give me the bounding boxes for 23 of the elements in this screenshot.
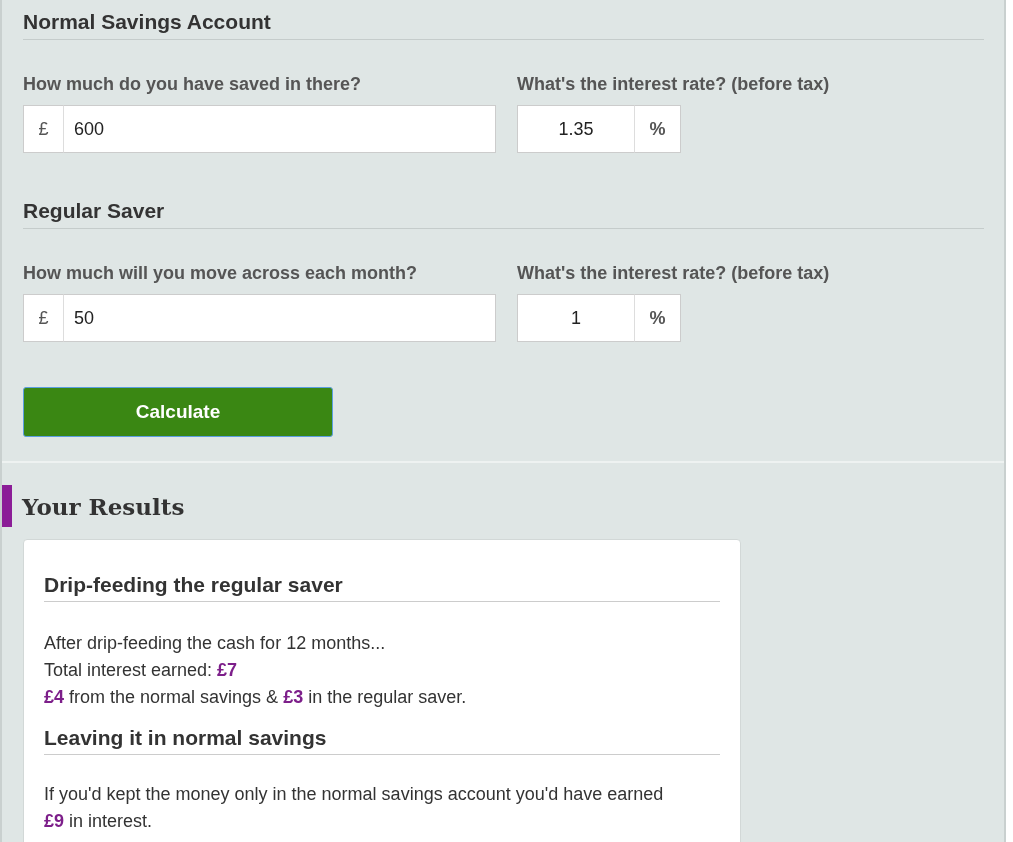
percent-addon: %	[634, 294, 681, 342]
field-label: What's the interest rate? (before tax)	[517, 74, 831, 95]
input-field[interactable]: 1	[517, 294, 634, 342]
result-text: Total interest earned: £7	[44, 659, 239, 682]
section-heading: Regular Saver	[23, 199, 984, 229]
calculate-button[interactable]: Calculate	[23, 387, 333, 437]
currency-addon: £	[23, 105, 63, 153]
field-label: What's the interest rate? (before tax)	[517, 263, 831, 284]
currency-addon: £	[23, 294, 63, 342]
result-text: If you'd kept the money only in the normal savings account you'd have earned £9 in interest.	[44, 783, 665, 833]
results-heading: Your Results	[22, 492, 185, 520]
input-field[interactable]: 50	[63, 294, 496, 342]
field-label: How much do you have saved in there?	[23, 74, 363, 95]
input-field[interactable]: 600	[63, 105, 496, 153]
result-text: £4 from the normal savings & £3 in the regular saver.	[44, 686, 468, 709]
percent-addon: %	[634, 105, 681, 153]
section-heading: Normal Savings Account	[23, 10, 984, 40]
result-text: After drip-feeding the cash for 12 months...	[44, 632, 387, 655]
input-field[interactable]: 1.35	[517, 105, 634, 153]
result-heading: Leaving it in normal savings	[44, 713, 720, 755]
accent-bar	[2, 485, 12, 527]
result-heading: Drip-feeding the regular saver	[44, 560, 720, 602]
field-label: How much will you move across each month?	[23, 263, 419, 284]
